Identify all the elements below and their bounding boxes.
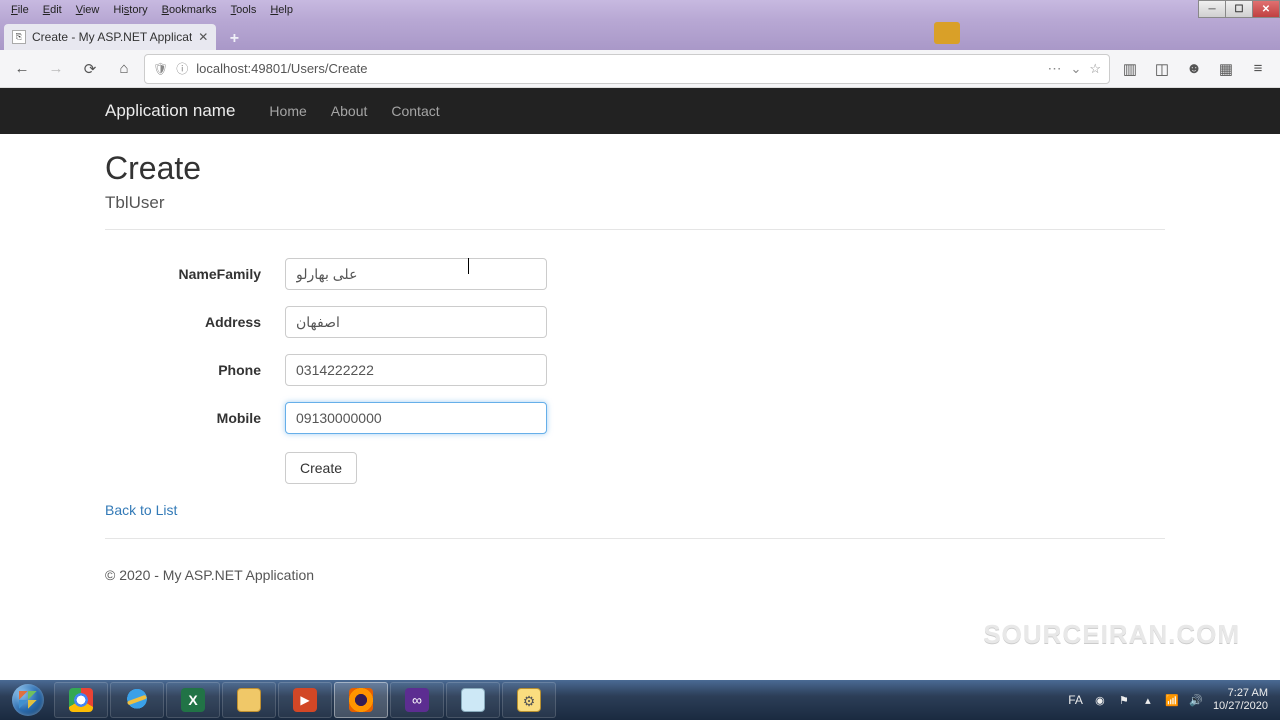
explorer-icon	[237, 688, 261, 712]
browser-toolbar: ← → ⟳ ⌂ 🛡 ⓘ localhost:49801/Users/Create…	[0, 50, 1280, 88]
menu-view[interactable]: View	[69, 2, 107, 18]
window-buttons: ─ ☐ ✕	[1199, 0, 1280, 18]
taskbar-excel[interactable]	[166, 682, 220, 718]
window-close-button[interactable]: ✕	[1252, 0, 1280, 18]
sidebar-icon[interactable]: ◫	[1148, 55, 1176, 83]
firefox-icon	[349, 688, 373, 712]
browser-menubar: File Edit View History Bookmarks Tools H…	[0, 0, 1280, 20]
notepad-icon	[461, 688, 485, 712]
taskbar-notepad[interactable]	[446, 682, 500, 718]
label-namefamily: NameFamily	[105, 266, 285, 282]
window-maximize-button[interactable]: ☐	[1225, 0, 1253, 18]
chrome-icon	[69, 688, 93, 712]
menu-edit[interactable]: Edit	[36, 2, 69, 18]
url-text: localhost:49801/Users/Create	[196, 61, 1039, 76]
tray-shield-icon[interactable]: ◉	[1093, 693, 1107, 707]
nav-home[interactable]: Home	[269, 103, 306, 119]
library-icon[interactable]: ▥	[1116, 55, 1144, 83]
start-button[interactable]	[4, 682, 52, 718]
tray-clock[interactable]: 7:27 AM 10/27/2020	[1213, 687, 1268, 713]
menu-help[interactable]: Help	[263, 2, 300, 18]
taskbar-powerpoint[interactable]	[278, 682, 332, 718]
taskbar-visualstudio[interactable]	[390, 682, 444, 718]
back-button[interactable]: ←	[8, 55, 36, 83]
extensions-icon[interactable]: ▦	[1212, 55, 1240, 83]
app-navbar: Application name Home About Contact	[0, 88, 1280, 134]
info-icon: ⓘ	[176, 60, 188, 77]
ie-icon	[125, 688, 149, 712]
tray-date: 10/27/2020	[1213, 700, 1268, 713]
nav-contact[interactable]: Contact	[391, 103, 439, 119]
tray-show-hidden-icon[interactable]: ▴	[1141, 693, 1155, 707]
back-to-list-link[interactable]: Back to List	[105, 502, 177, 518]
page-heading: Create	[105, 150, 1280, 187]
taskbar-chrome[interactable]	[54, 682, 108, 718]
pocket-icon[interactable]: ⌄	[1070, 61, 1081, 77]
tray-network-icon[interactable]: 📶	[1165, 693, 1179, 707]
tray-volume-icon[interactable]: 🔊	[1189, 693, 1203, 707]
system-tray: FA ◉ ⚑ ▴ 📶 🔊 7:27 AM 10/27/2020	[1068, 687, 1276, 713]
bookmark-star-icon[interactable]: ☆	[1089, 61, 1101, 77]
windows-taskbar: FA ◉ ⚑ ▴ 📶 🔊 7:27 AM 10/27/2020	[0, 680, 1280, 720]
page-subheading: TblUser	[105, 193, 1280, 213]
input-mobile[interactable]	[285, 402, 547, 434]
forward-button[interactable]: →	[42, 55, 70, 83]
taskbar-explorer[interactable]	[222, 682, 276, 718]
app-brand[interactable]: Application name	[105, 101, 235, 121]
window-minimize-button[interactable]: ─	[1198, 0, 1226, 18]
hamburger-menu-icon[interactable]: ≡	[1244, 55, 1272, 83]
menu-history[interactable]: History	[106, 2, 154, 18]
tab-favicon: ⎘	[12, 30, 26, 44]
taskbar-ssms[interactable]	[502, 682, 556, 718]
tray-time: 7:27 AM	[1213, 687, 1268, 700]
label-address: Address	[105, 314, 285, 330]
visualstudio-icon	[405, 688, 429, 712]
account-icon[interactable]: ☻	[1180, 55, 1208, 83]
home-button[interactable]: ⌂	[110, 55, 138, 83]
browser-tab[interactable]: ⎘ Create - My ASP.NET Applicat ✕	[4, 24, 216, 50]
firefox-account-badge[interactable]	[934, 22, 960, 44]
reload-button[interactable]: ⟳	[76, 55, 104, 83]
browser-tabbar: ⎘ Create - My ASP.NET Applicat ✕ +	[0, 20, 1280, 50]
page-content: Create TblUser NameFamily Address Phone …	[0, 134, 1280, 583]
tab-close-button[interactable]: ✕	[198, 30, 208, 44]
input-namefamily[interactable]	[285, 258, 547, 290]
create-button[interactable]: Create	[285, 452, 357, 484]
powerpoint-icon	[293, 688, 317, 712]
tab-title: Create - My ASP.NET Applicat	[32, 30, 192, 44]
footer-text: © 2020 - My ASP.NET Application	[105, 567, 1280, 583]
taskbar-firefox[interactable]	[334, 682, 388, 718]
nav-about[interactable]: About	[331, 103, 368, 119]
tray-action-center-icon[interactable]: ⚑	[1117, 693, 1131, 707]
ssms-icon	[517, 688, 541, 712]
input-phone[interactable]	[285, 354, 547, 386]
page-actions-icon[interactable]: ⋯	[1047, 60, 1062, 77]
label-phone: Phone	[105, 362, 285, 378]
taskbar-ie[interactable]	[110, 682, 164, 718]
tray-language[interactable]: FA	[1068, 693, 1083, 707]
footer-divider	[105, 538, 1165, 539]
new-tab-button[interactable]: +	[222, 28, 246, 50]
label-mobile: Mobile	[105, 410, 285, 426]
input-address[interactable]	[285, 306, 547, 338]
start-orb-icon	[12, 684, 44, 716]
divider	[105, 229, 1165, 230]
menu-file[interactable]: File	[4, 2, 36, 18]
menu-tools[interactable]: Tools	[224, 2, 264, 18]
excel-icon	[181, 688, 205, 712]
shield-icon: 🛡	[153, 62, 168, 76]
menu-bookmarks[interactable]: Bookmarks	[155, 2, 224, 18]
address-bar[interactable]: 🛡 ⓘ localhost:49801/Users/Create ⋯ ⌄ ☆	[144, 54, 1110, 84]
watermark: SOURCEIRAN.COM	[983, 619, 1240, 650]
